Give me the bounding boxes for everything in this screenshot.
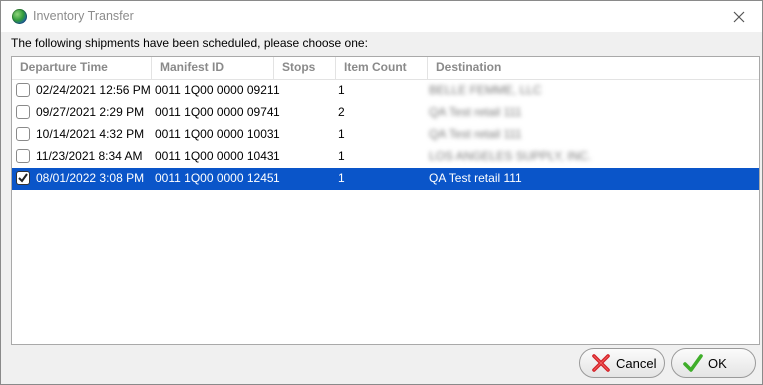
table-row[interactable]: 02/24/2021 12:56 PM 0011 1Q00 0000 0921 1 1… bbox=[12, 80, 759, 102]
destination-cell: QA Test retail 111 bbox=[429, 171, 522, 185]
departure-time-cell: 10/14/2021 4:32 PM bbox=[36, 127, 145, 141]
cancel-button[interactable]: Cancel bbox=[579, 348, 665, 378]
table-row[interactable]: 11/23/2021 8:34 AM 0011 1Q00 0000 1043 1 1 L… bbox=[12, 146, 759, 168]
checkmark-icon bbox=[18, 173, 28, 183]
departure-time-cell: 09/27/2021 2:29 PM bbox=[36, 105, 145, 119]
destination-cell: BELLE FEMME, LLC bbox=[429, 83, 542, 97]
item-count-cell: 1 bbox=[338, 171, 345, 185]
title-bar: Inventory Transfer bbox=[1, 1, 762, 32]
row-checkbox[interactable] bbox=[16, 171, 30, 185]
destination-cell: QA Test retail 111 bbox=[429, 127, 522, 141]
manifest-id-cell: 0011 1Q00 0000 0921 bbox=[155, 83, 274, 97]
stops-cell: 1 bbox=[273, 171, 280, 185]
close-icon bbox=[733, 11, 745, 22]
column-header-stops[interactable]: Stops bbox=[274, 57, 336, 79]
stops-cell: 1 bbox=[273, 105, 280, 119]
window-title: Inventory Transfer bbox=[33, 9, 134, 23]
manifest-id-cell: 0011 1Q00 0000 1043 bbox=[155, 149, 274, 163]
inventory-transfer-dialog: Inventory Transfer The following shipmen… bbox=[0, 0, 763, 385]
departure-time-cell: 08/01/2022 3:08 PM bbox=[36, 171, 145, 185]
item-count-cell: 1 bbox=[338, 83, 345, 97]
stops-cell: 1 bbox=[273, 83, 280, 97]
column-header-destination[interactable]: Destination bbox=[428, 57, 759, 79]
instruction-text: The following shipments have been schedu… bbox=[11, 36, 368, 50]
row-checkbox[interactable] bbox=[16, 149, 30, 163]
ok-button[interactable]: OK bbox=[671, 348, 756, 378]
item-count-cell: 1 bbox=[338, 149, 345, 163]
row-checkbox[interactable] bbox=[16, 83, 30, 97]
item-count-cell: 2 bbox=[338, 105, 345, 119]
row-checkbox[interactable] bbox=[16, 127, 30, 141]
column-header-manifest-id[interactable]: Manifest ID bbox=[152, 57, 274, 79]
close-button[interactable] bbox=[716, 1, 762, 32]
stops-cell: 1 bbox=[273, 127, 280, 141]
destination-cell: QA Test retail 111 bbox=[429, 105, 522, 119]
item-count-cell: 1 bbox=[338, 127, 345, 141]
column-header-item-count[interactable]: Item Count bbox=[336, 57, 428, 79]
table-row[interactable]: 09/27/2021 2:29 PM 0011 1Q00 0000 0974 1 2 Q… bbox=[12, 102, 759, 124]
shipments-table: Departure Time Manifest ID Stops Item Co… bbox=[11, 56, 760, 345]
row-checkbox[interactable] bbox=[16, 105, 30, 119]
manifest-id-cell: 0011 1Q00 0000 1003 bbox=[155, 127, 274, 141]
cancel-button-label: Cancel bbox=[616, 355, 657, 371]
stops-cell: 1 bbox=[273, 149, 280, 163]
departure-time-cell: 11/23/2021 8:34 AM bbox=[36, 149, 143, 163]
manifest-id-cell: 0011 1Q00 0000 1245 bbox=[155, 171, 274, 185]
table-row[interactable]: 10/14/2021 4:32 PM 0011 1Q00 0000 1003 1 1 Q… bbox=[12, 124, 759, 146]
table-header: Departure Time Manifest ID Stops Item Co… bbox=[12, 57, 759, 80]
destination-cell: LOS ANGELES SUPPLY, INC. bbox=[429, 149, 592, 163]
table-row[interactable]: 08/01/2022 3:08 PM 0011 1Q00 0000 1245 1 1 Q… bbox=[12, 168, 759, 190]
manifest-id-cell: 0011 1Q00 0000 0974 bbox=[155, 105, 274, 119]
green-check-icon bbox=[683, 354, 703, 372]
departure-time-cell: 02/24/2021 12:56 PM bbox=[36, 83, 151, 97]
column-header-departure-time[interactable]: Departure Time bbox=[12, 57, 152, 79]
globe-app-icon bbox=[12, 9, 27, 24]
ok-button-label: OK bbox=[708, 355, 727, 371]
red-x-icon bbox=[592, 354, 610, 372]
